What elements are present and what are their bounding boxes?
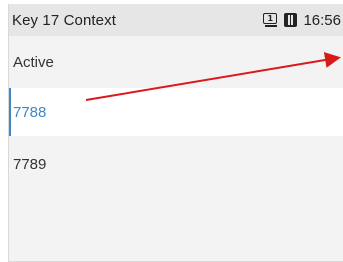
status-indicators: 1 16:56: [263, 4, 343, 36]
section-header-label: Active: [13, 53, 54, 71]
clock-time: 16:56: [303, 11, 341, 29]
list-item-7789[interactable]: 7789: [9, 142, 343, 186]
context-list: 7788 7789: [9, 88, 343, 186]
status-bar: Key 17 Context 1 16:56: [9, 4, 343, 36]
phone-icon: [284, 13, 298, 27]
list-item-label: 7788: [13, 103, 47, 121]
list-item-7788[interactable]: 7788: [9, 88, 343, 136]
phone-screen: Key 17 Context 1 16:56 Active 7788 7789: [8, 4, 343, 262]
screen-title: Key 17 Context: [12, 11, 116, 29]
section-header-active: Active: [9, 36, 343, 88]
list-item-label: 7789: [13, 155, 47, 173]
line-1-icon: 1: [263, 13, 280, 27]
